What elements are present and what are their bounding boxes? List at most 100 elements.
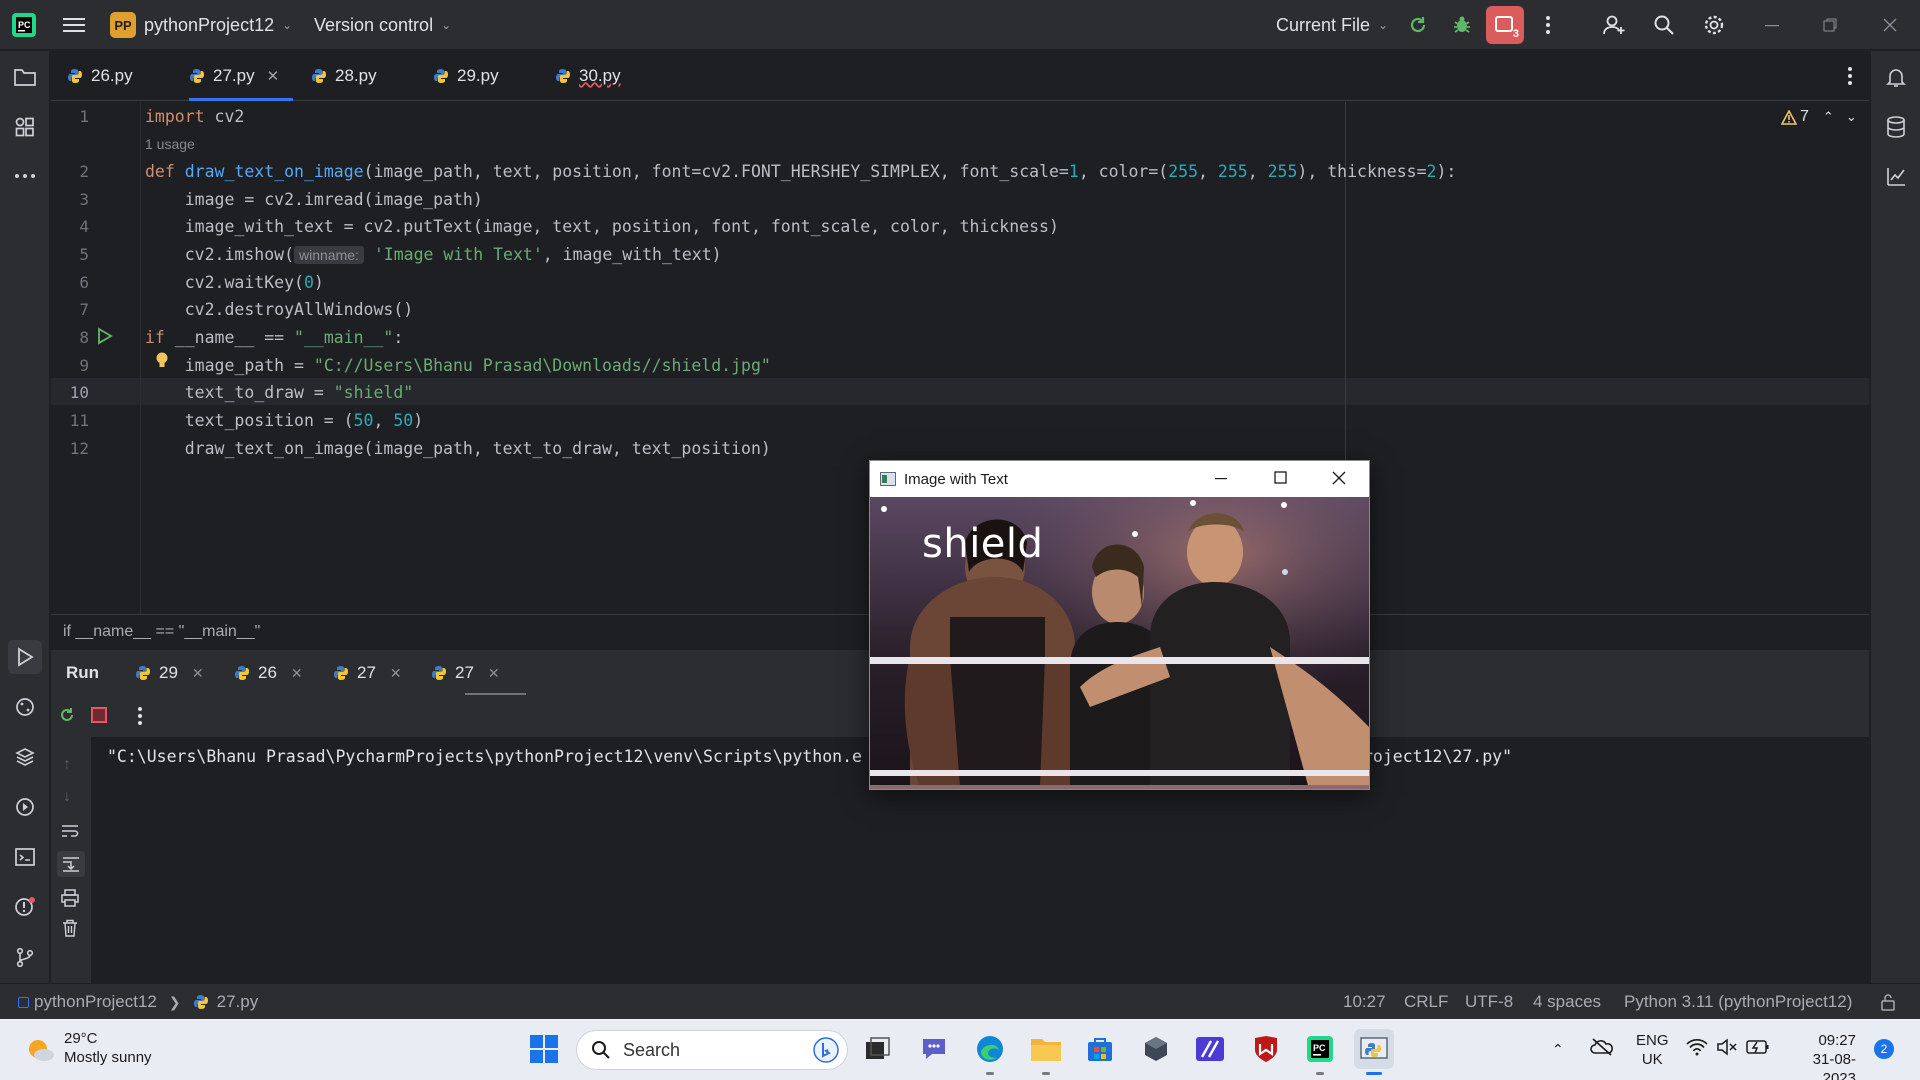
tab-29-py[interactable]: 29.py [433,51,499,101]
weather-sun-icon[interactable] [24,1033,56,1070]
readonly-lock-icon[interactable] [1880,984,1896,1020]
next-highlight-icon[interactable]: ⌄ [1846,109,1857,125]
image-window-titlebar[interactable]: Image with Text [870,461,1369,497]
onedrive-offline-icon[interactable] [1590,1037,1614,1062]
path-project[interactable]: pythonProject12 [34,992,157,1012]
scroll-down-icon[interactable]: ↓ [63,788,71,806]
nav-bar-path[interactable]: pythonProject12 ❯ 27.py [18,984,258,1020]
close-tab-icon[interactable]: ✕ [267,67,280,85]
python-packages-icon[interactable] [8,690,42,724]
previous-highlight-icon[interactable]: ⌃ [1823,109,1834,125]
git-branch-icon[interactable] [8,940,42,974]
clear-all-trash-icon[interactable] [62,919,78,942]
start-windows-icon[interactable] [524,1029,564,1069]
tabs-more-icon[interactable] [1847,66,1853,91]
rerun-icon[interactable] [1398,0,1438,50]
run-config-selector[interactable]: Current File ⌄ [1276,0,1388,50]
more-vertical-icon[interactable] [137,706,143,731]
run-side-toolbar: ↑ ↓ [51,737,91,983]
search-icon[interactable] [1644,0,1684,50]
minimize-window-icon[interactable] [1752,0,1792,50]
usage-hint[interactable]: 1 usage [145,136,195,152]
services-icon[interactable] [8,790,42,824]
edge-browser-icon[interactable] [970,1029,1010,1075]
project-selector[interactable]: PP pythonProject12 ⌄ [110,0,292,50]
tab-26-py[interactable]: 26.py [67,51,133,101]
restore-window-icon[interactable] [1810,0,1850,50]
teams-chat-icon[interactable] [914,1029,954,1069]
rerun-icon[interactable] [57,705,77,730]
python-file-icon [434,69,448,83]
weather-widget[interactable]: 29°C Mostly sunny [64,1029,152,1067]
tab-30-py[interactable]: 30.py [555,51,621,101]
notification-center-badge[interactable]: 2 [1874,1039,1894,1059]
close-window-icon[interactable] [1870,0,1910,50]
project-folder-icon[interactable] [8,60,42,94]
run-tab-27-active[interactable]: 27 ✕ [431,650,526,696]
run-tool-icon[interactable] [8,640,42,674]
run-tab-26[interactable]: 26 ✕ [234,650,303,696]
taskbar-search[interactable]: Search [576,1030,848,1070]
opencv-image-window[interactable]: Image with Text shield [869,460,1370,790]
vcs-menu[interactable]: Version control ⌄ [314,0,451,50]
python-file-icon [312,69,326,83]
caret-position[interactable]: 10:27 [1343,984,1386,1020]
more-vertical-icon[interactable] [1528,0,1568,50]
pycharm-logo-icon[interactable]: PC [4,0,44,50]
mcafee-shield-icon[interactable] [1246,1029,1286,1069]
tray-overflow-chevron-icon[interactable]: ⌃ [1552,1041,1564,1058]
scroll-up-icon[interactable]: ↑ [63,756,71,774]
tab-27-py[interactable]: 27.py ✕ [189,51,294,101]
minimize-icon[interactable] [1215,471,1229,489]
layers-icon[interactable] [8,740,42,774]
project-badge: PP [110,12,136,38]
python-interpreter[interactable]: Python 3.11 (pythonProject12) [1624,984,1852,1020]
debug-icon[interactable] [1442,0,1482,50]
maximize-icon[interactable] [1274,471,1288,489]
python-window-taskbar-icon[interactable] [1354,1029,1394,1075]
scroll-to-end-icon[interactable] [57,851,85,877]
breadcrumb-item[interactable]: if __name__ == "__main__" [63,623,260,641]
indent-setting[interactable]: 4 spaces [1533,984,1601,1020]
wifi-icon[interactable] [1686,1038,1708,1061]
tab-28-py[interactable]: 28.py [311,51,377,101]
add-user-icon[interactable] [1594,0,1634,50]
close-icon[interactable] [1332,471,1346,489]
microsoft-store-icon[interactable] [1080,1029,1120,1069]
more-tools-icon[interactable] [8,159,42,193]
clock[interactable]: 09:27 31-08-2023 [1786,1031,1856,1080]
language-indicator[interactable]: ENG UK [1636,1031,1669,1069]
file-encoding[interactable]: UTF-8 [1465,984,1513,1020]
app-cube-icon[interactable] [1136,1029,1176,1069]
stop-notification-button[interactable]: 3 [1486,6,1524,44]
notifications-bell-icon[interactable] [1879,60,1913,94]
close-tab-icon[interactable]: ✕ [291,665,303,682]
soft-wrap-icon[interactable] [61,823,79,844]
problems-icon[interactable] [8,890,42,924]
task-view-icon[interactable] [858,1029,898,1069]
database-icon[interactable] [1879,110,1913,144]
title-bar: PC PP pythonProject12 ⌄ Version control … [0,0,1920,50]
terminal-icon[interactable] [8,840,42,874]
path-file[interactable]: 27.py [217,992,259,1012]
app-purple-icon[interactable] [1190,1029,1230,1069]
inspection-widget[interactable]: 7 ⌃ ⌄ [1781,108,1857,126]
close-tab-icon[interactable]: ✕ [488,665,500,682]
run-tab-27[interactable]: 27 ✕ [333,650,402,696]
run-gutter-icon[interactable] [97,327,113,349]
battery-charging-icon[interactable] [1746,1038,1770,1061]
stop-icon[interactable] [91,707,107,723]
volume-muted-icon[interactable] [1716,1038,1738,1061]
structure-icon[interactable] [8,110,42,144]
print-icon[interactable] [61,889,79,912]
settings-gear-icon[interactable] [1694,0,1734,50]
run-tab-29[interactable]: 29 ✕ [135,650,204,696]
lightbulb-icon[interactable] [155,351,169,375]
sciview-icon[interactable] [1879,159,1913,193]
close-tab-icon[interactable]: ✕ [390,665,402,682]
line-separator[interactable]: CRLF [1404,984,1448,1020]
pycharm-taskbar-icon[interactable]: PC [1300,1029,1340,1075]
file-explorer-icon[interactable] [1026,1029,1066,1075]
close-tab-icon[interactable]: ✕ [192,665,204,682]
main-menu-icon[interactable] [54,0,94,50]
